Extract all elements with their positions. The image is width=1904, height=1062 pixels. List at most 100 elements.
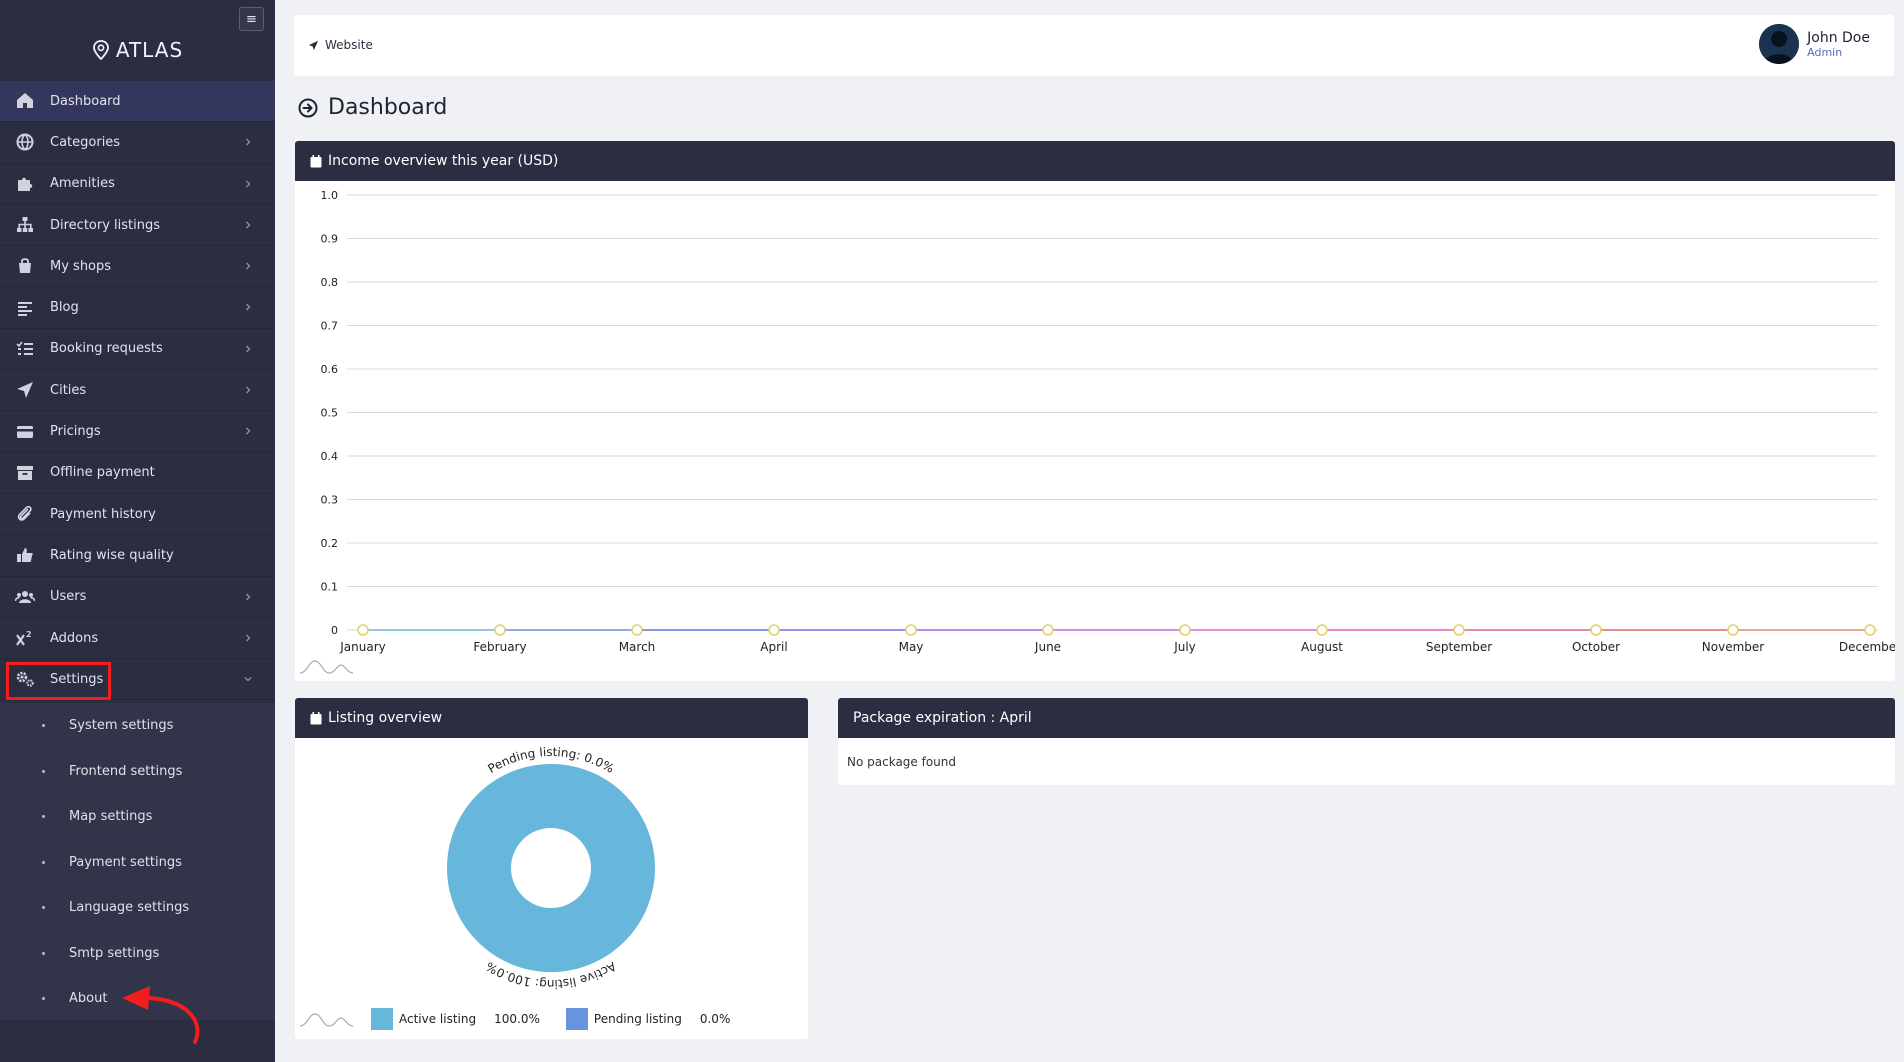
y-tick-label: 0.1: [321, 581, 339, 594]
x-tick-label: May: [899, 640, 924, 654]
sidebar-item-booking-requests[interactable]: Booking requests: [0, 329, 275, 371]
sidebar-item-pricings[interactable]: Pricings: [0, 411, 275, 453]
sidebar-item-offline-payment[interactable]: Offline payment: [0, 453, 275, 494]
sitemap-icon: [14, 214, 36, 236]
listing-card-title: Listing overview: [328, 710, 443, 726]
data-point[interactable]: [1864, 624, 1876, 636]
legend-label: Active listing: [399, 1012, 477, 1026]
brand-logo[interactable]: ATLAS: [0, 32, 275, 68]
sidebar-item-amenities[interactable]: Amenities: [0, 164, 275, 205]
data-point[interactable]: [1727, 624, 1739, 636]
bullet-icon: [42, 815, 45, 819]
puzzle-icon: [14, 173, 36, 195]
pie-slice[interactable]: [447, 764, 655, 972]
sidebar-item-label: Categories: [50, 134, 121, 150]
website-link[interactable]: Website: [308, 38, 373, 52]
sidebar-item-categories[interactable]: Categories: [0, 122, 275, 164]
sidebar-item-my-shops[interactable]: My shops: [0, 246, 275, 288]
legend-value: 100.0%: [494, 1012, 540, 1026]
settings-submenu-frontend-settings[interactable]: Frontend settings: [0, 749, 275, 795]
archive-icon: [14, 462, 36, 484]
sidebar-item-label: Pricings: [50, 424, 101, 440]
y-tick-label: 0.6: [321, 363, 339, 376]
settings-submenu-payment-settings[interactable]: Payment settings: [0, 840, 275, 886]
package-card-body: No package found: [847, 755, 957, 769]
income-card-header: Income overview this year (USD): [295, 141, 1895, 181]
settings-submenu-system-settings[interactable]: System settings: [0, 703, 275, 749]
sidebar-item-users[interactable]: Users: [0, 577, 275, 618]
topbar: Website John Doe Admin: [294, 15, 1894, 76]
submenu-label: Frontend settings: [69, 763, 183, 779]
list-check-icon: [14, 338, 36, 360]
data-point[interactable]: [494, 624, 506, 636]
x-tick-label: March: [619, 640, 656, 654]
x-tick-label: February: [473, 640, 526, 654]
brand-name: ATLAS: [115, 38, 184, 62]
sidebar-item-label: Rating wise quality: [50, 547, 174, 563]
sidebar-item-label: Dashboard: [50, 93, 121, 109]
sidebar-toggle-button[interactable]: ≡: [239, 7, 264, 31]
sidebar-item-directory-listings[interactable]: Directory listings: [0, 205, 275, 247]
settings-submenu-language-settings[interactable]: Language settings: [0, 885, 275, 931]
data-point[interactable]: [1453, 624, 1465, 636]
credit-card-icon: [14, 421, 36, 443]
sidebar-item-label: Amenities: [50, 176, 115, 192]
chevron-right-icon: [241, 383, 255, 397]
chevron-right-icon: [241, 135, 255, 149]
user-role: Admin: [1807, 45, 1843, 59]
sidebar-item-payment-history[interactable]: Payment history: [0, 494, 275, 536]
chart-logo-icon: [299, 1013, 354, 1027]
legend-swatch[interactable]: [565, 1008, 588, 1030]
sidebar-item-settings[interactable]: Settings: [0, 659, 275, 701]
submenu-label: Map settings: [69, 809, 153, 825]
user-menu[interactable]: John Doe Admin: [1759, 24, 1870, 64]
sidebar-item-blog[interactable]: Blog: [0, 287, 275, 329]
y-tick-label: 0.5: [321, 407, 339, 420]
superscript-icon: 2: [14, 627, 36, 649]
data-point[interactable]: [1042, 624, 1054, 636]
y-tick-label: 0.4: [321, 450, 339, 463]
legend-label: Pending listing: [593, 1012, 682, 1026]
svg-text:2: 2: [26, 630, 32, 639]
x-tick-label: June: [1034, 640, 1061, 654]
align-left-icon: [14, 297, 36, 319]
data-point[interactable]: [1316, 624, 1328, 636]
listing-donut-chart[interactable]: Pending listing: 0.0%Active listing: 100…: [295, 738, 808, 1038]
sidebar-item-label: Cities: [50, 382, 87, 398]
sidebar-item-label: Settings: [50, 671, 104, 687]
sidebar-item-dashboard[interactable]: Dashboard: [0, 81, 275, 123]
x-tick-label: July: [1173, 640, 1196, 654]
bullet-icon: [42, 724, 45, 728]
data-point[interactable]: [1590, 624, 1602, 636]
data-point[interactable]: [631, 624, 643, 636]
page-title: Dashboard: [298, 95, 447, 120]
x-tick-label: September: [1426, 640, 1492, 654]
sidebar-item-label: Booking requests: [50, 341, 163, 357]
sidebar-item-cities[interactable]: Cities: [0, 370, 275, 412]
sidebar: ≡ ATLAS Dashboard Categories Amenities Dire…: [0, 0, 275, 1062]
sidebar-item-rating-wise-quality[interactable]: Rating wise quality: [0, 535, 275, 577]
chevron-right-icon: [241, 259, 255, 273]
settings-submenu-smtp-settings[interactable]: Smtp settings: [0, 931, 275, 977]
sidebar-item-label: Directory listings: [50, 217, 161, 233]
bullet-icon: [42, 906, 45, 910]
legend-value: 0.0%: [699, 1012, 731, 1026]
data-point[interactable]: [768, 624, 780, 636]
income-line-chart[interactable]: 0 0.1 0.2 0.3 0.4 0.5 0.6 0.7 0.8 0.9 1.0 January Fe…: [295, 181, 1895, 681]
home-icon: [14, 90, 36, 112]
user-name: John Doe: [1807, 29, 1870, 46]
data-point[interactable]: [1179, 624, 1191, 636]
bullet-icon: [42, 860, 45, 864]
chevron-right-icon: [241, 300, 255, 314]
data-point[interactable]: [905, 624, 917, 636]
submenu-label: About: [69, 991, 108, 1007]
submenu-label: System settings: [69, 718, 174, 734]
package-card-header: Package expiration : April: [838, 698, 1895, 738]
annotation-arrow: [122, 986, 200, 1044]
legend-swatch[interactable]: [371, 1008, 393, 1030]
settings-submenu-map-settings[interactable]: Map settings: [0, 794, 275, 840]
thumbs-up-icon: [14, 544, 36, 566]
sidebar-item-addons[interactable]: 2 Addons: [0, 618, 275, 660]
data-point[interactable]: [357, 624, 369, 636]
submenu-label: Smtp settings: [69, 945, 160, 961]
